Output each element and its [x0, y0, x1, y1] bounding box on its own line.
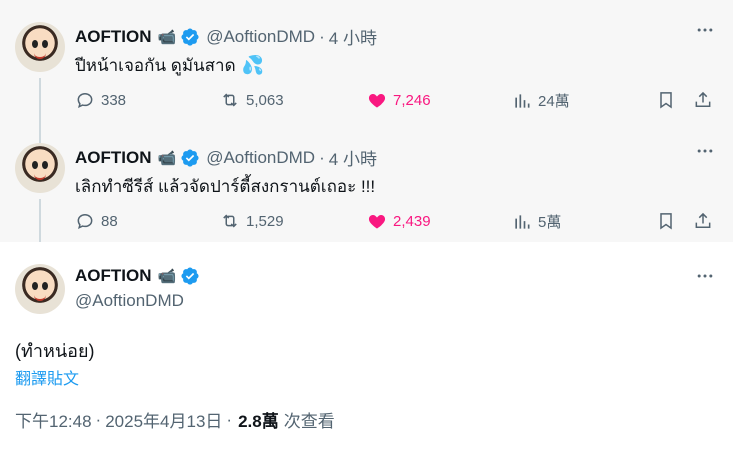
like-button[interactable]: 7,246 — [367, 90, 431, 110]
reply-count: 338 — [101, 91, 127, 109]
heart-filled-icon — [368, 94, 386, 108]
camera-emoji: 📹 — [157, 268, 177, 285]
retweet-icon — [223, 214, 237, 228]
author-handle[interactable]: @AoftionDMD — [75, 291, 184, 311]
reply-count: 88 — [101, 212, 118, 230]
bookmark-icon — [660, 213, 672, 230]
tweet-actions: 338 5,063 7,246 24萬 — [75, 90, 715, 114]
tweet-actions: 88 1,529 2,439 5萬 — [75, 211, 715, 235]
view-label: 次查看 — [283, 412, 335, 431]
retweet-button[interactable]: 1,529 — [220, 211, 284, 231]
bookmark-button[interactable] — [656, 90, 676, 110]
tweet-text: (ทำหน่อย) — [15, 341, 95, 361]
tweet-text-content: ปีหน้าเจอกัน ดูมันสาด — [75, 56, 236, 75]
retweet-button[interactable]: 5,063 — [220, 90, 284, 110]
main-tweet: AOFTION 📹 @AoftionDMD (ทำหน่อย) 翻譯貼文 下午1… — [0, 242, 733, 452]
more-options-icon[interactable] — [695, 141, 715, 161]
views-button[interactable]: 24萬 — [512, 90, 570, 111]
reply-button[interactable]: 88 — [75, 211, 118, 231]
avatar[interactable] — [15, 22, 65, 72]
author-handle[interactable]: @AoftionDMD — [206, 148, 315, 168]
analytics-icon — [515, 93, 530, 108]
tweet-date[interactable]: 2025年4月13日 — [105, 407, 222, 432]
translate-post-link[interactable]: 翻譯貼文 — [15, 365, 79, 389]
share-button[interactable] — [693, 90, 713, 110]
like-count: 2,439 — [393, 212, 431, 230]
reply-icon — [77, 213, 93, 230]
reply-icon — [77, 92, 93, 109]
more-options-icon[interactable] — [695, 20, 715, 40]
retweet-count: 1,529 — [246, 212, 284, 230]
camera-emoji: 📹 — [157, 149, 177, 167]
thread-connector — [39, 199, 41, 242]
thread-connector — [39, 121, 41, 143]
verified-badge-icon[interactable] — [180, 266, 200, 286]
tweet-time[interactable]: 4 小時 — [329, 24, 377, 49]
more-options-icon[interactable] — [695, 266, 715, 286]
tweet-header: AOFTION 📹 @AoftionDMD · 4 小時 — [75, 24, 377, 49]
tweet-text: เลิกทำซีรีส์ แล้วจัดปาร์ตี้สงกรานต์เถอะ … — [75, 177, 376, 196]
verified-badge-icon[interactable] — [180, 148, 200, 168]
camera-emoji: 📹 — [157, 28, 177, 46]
tweet-timestamp[interactable]: 下午12:48 — [15, 407, 92, 432]
views-button[interactable]: 5萬 — [512, 211, 561, 232]
reply-tweet-2[interactable]: AOFTION 📹 @AoftionDMD · 4 小時 เลิกทำซีรีส… — [0, 121, 733, 242]
avatar[interactable] — [15, 264, 65, 314]
tweet-time[interactable]: 4 小時 — [329, 145, 377, 170]
sweat-droplets-emoji: 💦 — [241, 55, 265, 75]
reply-tweet-1[interactable]: AOFTION 📹 @AoftionDMD · 4 小時 ปีหน้าเจอกั… — [0, 0, 733, 121]
like-count: 7,246 — [393, 91, 431, 109]
author-name[interactable]: AOFTION — [75, 27, 152, 47]
tweet-text: ปีหน้าเจอกัน ดูมันสาด 💦 — [75, 52, 264, 79]
view-count: 2.8萬 — [238, 412, 279, 431]
author-handle[interactable]: @AoftionDMD — [206, 27, 315, 47]
share-button[interactable] — [693, 211, 713, 231]
retweet-count: 5,063 — [246, 91, 284, 109]
tweet-meta: 下午12:48 · 2025年4月13日 · 2.8萬 次查看 — [15, 407, 335, 432]
tweet-header: AOFTION 📹 @AoftionDMD · 4 小時 — [75, 145, 377, 170]
view-count: 24萬 — [538, 93, 570, 110]
verified-badge-icon[interactable] — [180, 27, 200, 47]
thread-connector — [39, 78, 41, 121]
bookmark-button[interactable] — [656, 211, 676, 231]
like-button[interactable]: 2,439 — [367, 211, 431, 231]
share-icon — [695, 91, 711, 107]
reply-button[interactable]: 338 — [75, 90, 126, 110]
bookmark-icon — [660, 92, 672, 109]
analytics-icon — [515, 214, 530, 229]
view-count: 5萬 — [538, 214, 562, 231]
share-icon — [695, 212, 711, 228]
author-name[interactable]: AOFTION — [75, 148, 152, 168]
retweet-icon — [223, 93, 237, 107]
heart-filled-icon — [368, 215, 386, 229]
avatar[interactable] — [15, 143, 65, 193]
author-name[interactable]: AOFTION — [75, 266, 152, 286]
author-name-row: AOFTION 📹 — [75, 266, 200, 286]
tweet-thread: AOFTION 📹 @AoftionDMD · 4 小時 ปีหน้าเจอกั… — [0, 0, 733, 452]
